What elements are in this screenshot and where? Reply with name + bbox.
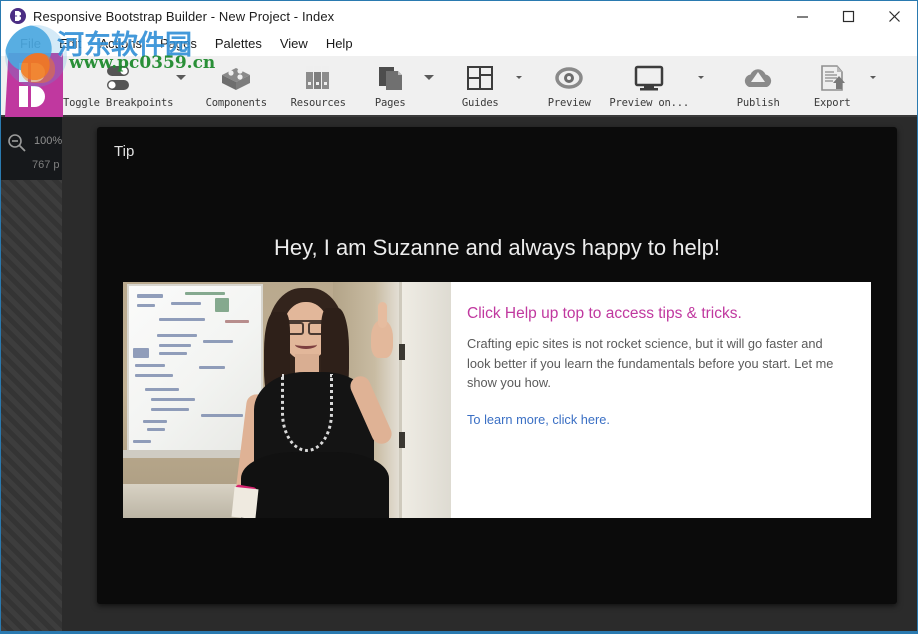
photo-person-paper — [231, 487, 258, 518]
toggle-breakpoints-dropdown-icon[interactable] — [173, 56, 189, 115]
toolbar-group-breakpoints: Toggle Breakpoints — [63, 56, 189, 115]
window-title: Responsive Bootstrap Builder - New Proje… — [33, 9, 334, 24]
menu-bar: File Edit Actions Pages Palettes View He… — [1, 31, 917, 56]
photo-door-hinge-bottom — [399, 432, 405, 448]
zoom-out-magnifier-icon[interactable] — [7, 133, 27, 158]
photo-door — [399, 282, 451, 518]
photo-person-skirt — [241, 452, 389, 518]
resources-button[interactable]: Resources — [277, 56, 359, 115]
left-tool-panel: 100% 767 p — [1, 117, 62, 632]
tip-card: Click Help up top to access tips & trick… — [123, 282, 871, 518]
preview-on-label: Preview on... — [609, 97, 689, 109]
tip-card-title: Click Help up top to access tips & trick… — [467, 304, 847, 324]
guides-button[interactable]: Guides — [449, 56, 511, 115]
tip-heading: Hey, I am Suzanne and always happy to he… — [97, 235, 897, 261]
preview-on-dropdown-icon[interactable] — [693, 56, 709, 115]
export-document-icon — [815, 62, 849, 94]
tip-card-body: Crafting epic sites is not rocket scienc… — [467, 334, 847, 393]
resources-binders-icon — [301, 62, 335, 94]
minimize-icon[interactable] — [779, 1, 825, 31]
preview-eye-icon — [552, 62, 586, 94]
guides-grid-icon — [464, 62, 496, 94]
resources-label: Resources — [291, 97, 346, 109]
suzanne-pointing-up-photo — [123, 282, 451, 518]
menu-item-help[interactable]: Help — [317, 34, 362, 53]
pages-dropdown-icon[interactable] — [421, 56, 437, 115]
canvas-workspace[interactable]: Tip Hey, I am Suzanne and always happy t… — [62, 117, 917, 632]
toolbar-overflow-icon[interactable] — [865, 56, 881, 115]
photo-person-smile — [295, 340, 317, 349]
menu-item-actions[interactable]: Actions — [90, 34, 151, 53]
menu-item-palettes[interactable]: Palettes — [206, 34, 271, 53]
photo-door-hinge-top — [399, 344, 405, 360]
toggle-switches-icon — [100, 62, 136, 94]
menu-item-edit[interactable]: Edit — [50, 34, 90, 53]
menu-item-view[interactable]: View — [271, 34, 317, 53]
app-logo-icon — [10, 8, 26, 24]
window-controls — [779, 1, 917, 31]
tip-dialog-label: Tip — [114, 143, 134, 160]
left-panel-hatch-area — [1, 180, 62, 632]
close-icon[interactable] — [871, 1, 917, 31]
publish-button[interactable]: Publish — [723, 56, 793, 115]
components-box-icon — [219, 62, 253, 94]
maximize-icon[interactable] — [825, 1, 871, 31]
components-label: Components — [206, 97, 267, 109]
toggle-breakpoints-label: Toggle Breakpoints — [63, 97, 173, 109]
toggle-breakpoints-button[interactable]: Toggle Breakpoints — [63, 56, 173, 115]
zoom-control[interactable]: 100% 767 p — [1, 117, 62, 180]
toolbar-group-guides: Guides — [437, 56, 527, 115]
publish-cloud-icon — [740, 62, 776, 94]
publish-label: Publish — [737, 97, 780, 109]
preview-button[interactable]: Preview — [533, 56, 605, 115]
pages-stack-icon — [374, 62, 406, 94]
title-bar: Responsive Bootstrap Builder - New Proje… — [1, 1, 917, 31]
learn-more-link[interactable]: To learn more, click here. — [467, 412, 610, 427]
pages-button[interactable]: Pages — [359, 56, 421, 115]
guides-label: Guides — [462, 97, 499, 109]
preview-on-button[interactable]: Preview on... — [605, 56, 693, 115]
photo-person-necklace — [281, 374, 333, 452]
export-label: Export — [814, 97, 851, 109]
guides-dropdown-icon[interactable] — [511, 56, 527, 115]
tip-dialog: Tip Hey, I am Suzanne and always happy t… — [97, 127, 897, 604]
photo-person-pointing-finger — [378, 302, 387, 328]
export-button[interactable]: Export — [801, 56, 863, 115]
menu-item-file[interactable]: File — [11, 34, 50, 53]
toolbar-group-pages: Pages — [359, 56, 437, 115]
toolbar-group-preview-on: Preview on... — [605, 56, 709, 115]
preview-label: Preview — [548, 97, 591, 109]
main-toolbar: Toggle Breakpoints Components — [1, 56, 917, 117]
zoom-percent-value: 100% — [34, 135, 62, 147]
application-window: Responsive Bootstrap Builder - New Proje… — [0, 0, 918, 634]
pages-label: Pages — [375, 97, 406, 109]
canvas-width-value: 767 p — [32, 159, 60, 171]
components-button[interactable]: Components — [195, 56, 277, 115]
menu-item-pages[interactable]: Pages — [151, 34, 206, 53]
tip-card-text: Click Help up top to access tips & trick… — [451, 282, 871, 518]
preview-monitor-icon — [631, 62, 667, 94]
